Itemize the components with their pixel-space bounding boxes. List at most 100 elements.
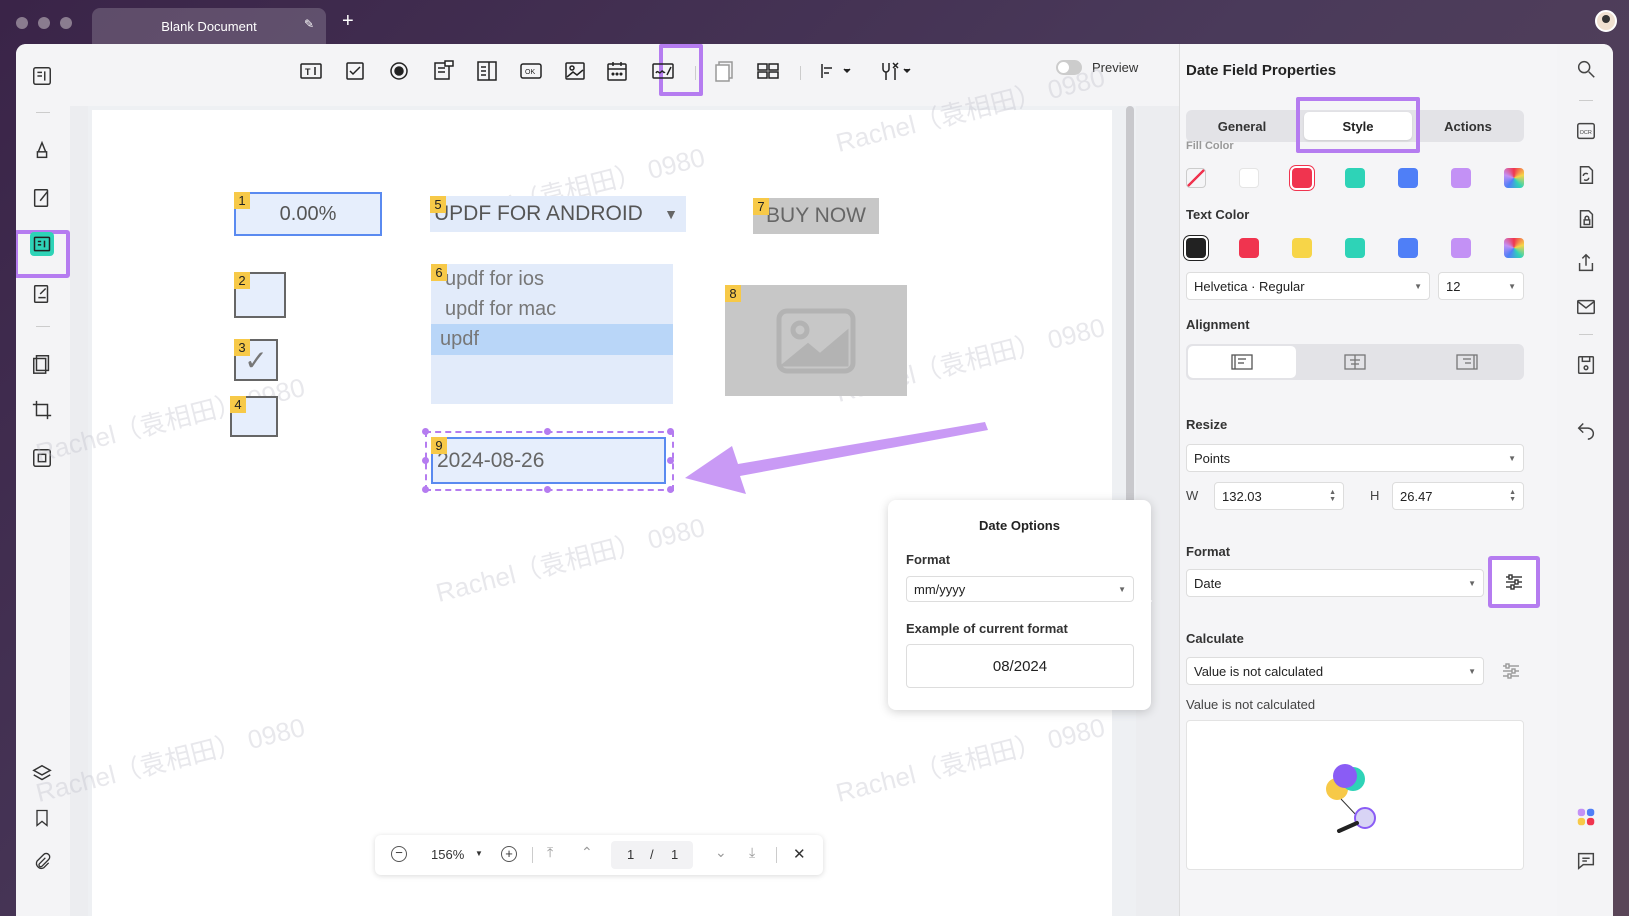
highlighter-icon[interactable] — [30, 138, 54, 162]
attachment-icon[interactable] — [30, 850, 54, 874]
crop-icon[interactable] — [30, 398, 54, 422]
first-page-icon[interactable]: ⤒ — [547, 844, 553, 861]
tab-general[interactable]: General — [1186, 110, 1298, 142]
undo-icon[interactable] — [1575, 418, 1597, 440]
date-field-icon[interactable] — [604, 58, 630, 84]
push-button-field-7[interactable]: BUY NOW — [753, 198, 879, 234]
resize-unit-select[interactable]: Points ▼ — [1186, 444, 1524, 472]
resize-handle[interactable] — [422, 486, 429, 493]
pencil-icon[interactable]: ✎ — [304, 17, 314, 31]
save-icon[interactable] — [1575, 354, 1597, 376]
text-color-yellow[interactable] — [1292, 238, 1312, 258]
mail-icon[interactable] — [1575, 296, 1597, 318]
convert-icon[interactable] — [1575, 164, 1597, 186]
resize-handle[interactable] — [544, 486, 551, 493]
list-item[interactable]: updf for mac — [431, 294, 673, 324]
text-color-teal[interactable] — [1345, 238, 1365, 258]
search-icon[interactable] — [1575, 58, 1597, 80]
push-button-icon[interactable]: OK — [518, 58, 544, 84]
resize-handle[interactable] — [667, 428, 674, 435]
calculate-options-icon[interactable] — [1502, 663, 1520, 684]
align-right-button[interactable] — [1412, 346, 1522, 378]
list-box-icon[interactable] — [474, 58, 500, 84]
last-page-icon[interactable]: ⤓ — [749, 844, 755, 861]
ai-assistant-icon[interactable] — [1575, 806, 1597, 828]
image-field-icon[interactable] — [562, 58, 588, 84]
close-icon[interactable]: ✕ — [793, 845, 806, 863]
avatar[interactable] — [1595, 10, 1617, 32]
resize-handle[interactable] — [544, 428, 551, 435]
signature-field-icon[interactable] — [650, 58, 676, 84]
combo-box-icon[interactable] — [430, 58, 456, 84]
protect-icon[interactable] — [1575, 208, 1597, 230]
stepper-icon[interactable]: ▲ ▼ — [1509, 489, 1516, 503]
calculate-select[interactable]: Value is not calculated ▼ — [1186, 657, 1484, 685]
text-color-red[interactable] — [1239, 238, 1259, 258]
sign-icon[interactable] — [30, 282, 54, 306]
stepper-icon[interactable]: ▲ ▼ — [1329, 489, 1336, 503]
date-field-9[interactable]: 2024-08-26 — [431, 437, 666, 484]
form-icon[interactable] — [30, 232, 54, 256]
tab-actions[interactable]: Actions — [1412, 110, 1524, 142]
zoom-level[interactable]: 156% — [431, 847, 464, 862]
combo-box-field-5[interactable]: UPDF FOR ANDROID ▼ — [430, 196, 686, 232]
text-field-1[interactable]: 0.00% — [234, 192, 382, 236]
tools-icon[interactable] — [876, 58, 916, 84]
text-color-custom[interactable] — [1504, 238, 1524, 258]
resize-handle[interactable] — [667, 486, 674, 493]
close-window-button[interactable] — [16, 17, 28, 29]
resize-handle[interactable] — [422, 428, 429, 435]
checkbox-icon[interactable] — [342, 58, 368, 84]
bookmark-icon[interactable] — [30, 806, 54, 830]
field-number-badge: 2 — [234, 272, 250, 289]
zoom-out-icon[interactable]: − — [391, 846, 407, 862]
fill-color-white[interactable] — [1239, 168, 1259, 188]
radio-button-icon[interactable] — [386, 58, 412, 84]
edit-pdf-icon[interactable] — [30, 186, 54, 210]
organize-pages-icon[interactable] — [30, 352, 54, 376]
resize-handle[interactable] — [667, 457, 674, 464]
tab-style[interactable]: Style — [1304, 112, 1412, 140]
minimize-window-button[interactable] — [38, 17, 50, 29]
current-page[interactable]: 1 — [627, 847, 634, 862]
duplicate-icon[interactable] — [711, 58, 737, 84]
share-icon[interactable] — [1575, 252, 1597, 274]
zoom-window-button[interactable] — [60, 17, 72, 29]
font-size-select[interactable]: 12 ▼ — [1438, 272, 1524, 300]
format-options-button[interactable] — [1488, 556, 1540, 608]
text-color-purple[interactable] — [1451, 238, 1471, 258]
height-input[interactable]: 26.47 ▲ ▼ — [1392, 482, 1524, 510]
previous-page-icon[interactable]: ⌃ — [581, 844, 593, 861]
list-item-selected[interactable]: updf — [431, 324, 673, 355]
font-select[interactable]: Helvetica · Regular ▼ — [1186, 272, 1430, 300]
next-page-icon[interactable]: ⌄ — [715, 844, 727, 861]
fill-color-blue[interactable] — [1398, 168, 1418, 188]
fill-color-red-selected[interactable] — [1292, 168, 1312, 188]
text-color-blue[interactable] — [1398, 238, 1418, 258]
resize-handle[interactable] — [422, 457, 429, 464]
fill-color-none[interactable] — [1186, 168, 1206, 188]
fill-color-purple[interactable] — [1451, 168, 1471, 188]
popup-format-select[interactable]: mm/yyyy ▼ — [906, 576, 1134, 602]
align-left-button[interactable] — [1188, 346, 1296, 378]
reader-icon[interactable] — [30, 64, 54, 88]
align-icon[interactable] — [816, 58, 856, 84]
ocr-icon[interactable]: OCR — [1575, 120, 1597, 142]
chevron-down-icon[interactable]: ▼ — [475, 849, 483, 858]
list-box-field-6[interactable]: updf for ios updf for mac updf — [431, 264, 673, 404]
fill-color-teal[interactable] — [1345, 168, 1365, 188]
fill-color-custom[interactable] — [1504, 168, 1524, 188]
image-field-8[interactable] — [725, 285, 907, 396]
zoom-in-icon[interactable]: + — [501, 846, 517, 862]
document-tab[interactable]: Blank Document ✎ — [92, 8, 326, 44]
list-item[interactable]: updf for ios — [431, 264, 673, 294]
new-tab-button[interactable]: + — [342, 10, 354, 33]
text-color-black-selected[interactable] — [1186, 238, 1206, 258]
align-center-button[interactable] — [1300, 346, 1410, 378]
grid-icon[interactable] — [755, 58, 781, 84]
format-select[interactable]: Date ▼ — [1186, 569, 1484, 597]
text-field-icon[interactable]: T — [298, 58, 324, 84]
width-input[interactable]: 132.03 ▲ ▼ — [1214, 482, 1344, 510]
comment-icon[interactable] — [1575, 850, 1597, 872]
scrollbar[interactable] — [1126, 106, 1134, 536]
